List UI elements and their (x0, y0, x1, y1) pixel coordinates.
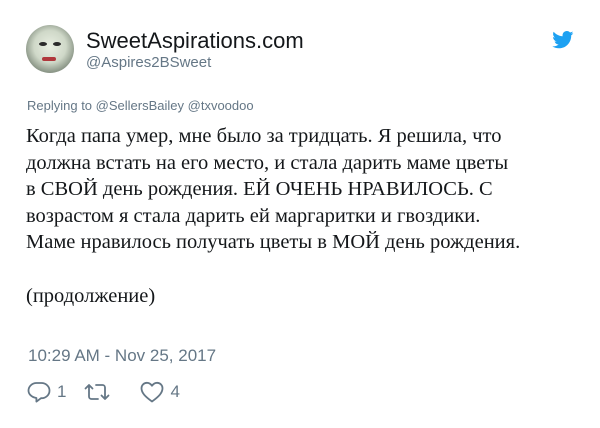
tweet-text-line: в СВОЙ день рождения. ЕЙ ОЧЕНЬ НРАВИЛОСЬ… (26, 178, 493, 200)
tweet-continuation: (продолжение) (26, 284, 156, 307)
replying-to: Replying to @SellersBailey @txvoodoo (27, 98, 254, 114)
tweet-text-line: возрастом я стала дарить ей маргаритки и… (26, 204, 481, 227)
heart-icon (140, 381, 164, 403)
mention-link[interactable]: @SellersBailey (96, 98, 184, 113)
mention-link[interactable]: @txvoodoo (188, 98, 254, 113)
avatar-mouth (42, 57, 56, 61)
like-button[interactable]: 4 (140, 381, 180, 403)
tweet-text: Когда папа умер, мне было за тридцать. Я… (26, 123, 596, 309)
reply-button[interactable]: 1 (27, 381, 66, 403)
avatar-eye-left (39, 42, 47, 46)
like-count: 4 (170, 382, 180, 401)
tweet-text-line: Когда папа умер, мне было за тридцать. Я… (26, 125, 502, 147)
timestamp[interactable]: 10:29 AM - Nov 25, 2017 (28, 346, 216, 366)
tweet-actions: 1 4 (27, 381, 198, 403)
tweet-text-line: должна встать на его место, и стала дари… (26, 151, 509, 174)
replying-to-label: Replying to (27, 98, 93, 113)
user-handle[interactable]: @Aspires2BSweet (86, 54, 211, 72)
retweet-icon (84, 381, 110, 403)
reply-icon (27, 381, 51, 403)
avatar[interactable] (26, 25, 74, 73)
tweet-card: SweetAspirations.com @Aspires2BSweet Rep… (0, 0, 600, 428)
reply-count: 1 (57, 382, 67, 401)
tweet-text-line: Маме нравилось получать цветы в МОЙ день… (26, 231, 521, 253)
display-name[interactable]: SweetAspirations.com (86, 28, 304, 54)
avatar-eye-right (53, 42, 61, 46)
twitter-bird-icon[interactable] (552, 31, 574, 49)
retweet-button[interactable] (84, 381, 116, 403)
